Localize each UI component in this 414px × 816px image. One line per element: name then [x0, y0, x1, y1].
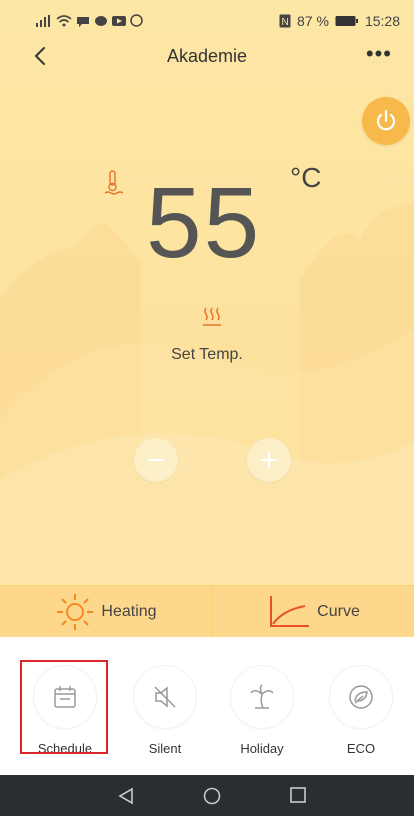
eco-button[interactable]: ECO: [319, 665, 403, 765]
hero-panel: N 87 % 15:28 Akademie ••• 55 °C Set Temp…: [0, 0, 414, 637]
minus-icon: [147, 458, 165, 462]
holiday-circle: [230, 665, 294, 729]
battery-percent: 87 %: [297, 13, 329, 29]
sun-icon: [57, 594, 94, 630]
plus-icon: [260, 451, 278, 469]
holiday-button[interactable]: Holiday: [220, 665, 304, 765]
status-time: 15:28: [364, 13, 400, 29]
status-icons-left: [36, 14, 143, 27]
eco-circle: [329, 665, 393, 729]
header: Akademie •••: [0, 36, 414, 80]
nav-recent-icon[interactable]: [290, 787, 306, 803]
curve-mode-button[interactable]: Curve: [213, 586, 414, 637]
set-temp-label: Set Temp.: [171, 346, 243, 363]
wifi-icon: [56, 14, 72, 26]
signal-icon: [36, 14, 50, 27]
temperature-unit: °C: [290, 162, 322, 193]
youtube-icon: [112, 15, 126, 26]
leaf-icon: [349, 685, 373, 709]
chat-icon: [77, 16, 89, 27]
page-title: Akademie: [166, 46, 248, 66]
heating-mode-button[interactable]: Heating: [0, 586, 213, 637]
power-icon: [376, 109, 396, 131]
nav-back-icon[interactable]: [118, 787, 134, 805]
decrease-button[interactable]: [134, 438, 178, 482]
whatsapp-icon: [130, 14, 143, 27]
power-button[interactable]: [362, 97, 410, 145]
curve-label: Curve: [317, 603, 360, 620]
silent-label: Silent: [148, 741, 182, 756]
status-icons-right: N 87 % 15:28: [279, 13, 400, 29]
heat-waves-icon: [203, 307, 221, 326]
app-screen: N 87 % 15:28 Akademie ••• 55 °C Set Temp…: [0, 0, 414, 816]
message-icon: [95, 15, 107, 26]
mode-row: Heating Curve: [0, 585, 414, 637]
system-nav-bar: [0, 775, 414, 816]
nfc-icon: N: [279, 14, 291, 28]
curve-icon: [270, 596, 310, 627]
palm-icon: [250, 684, 274, 709]
battery-icon: [335, 16, 358, 26]
svg-text:N: N: [282, 17, 289, 28]
nav-home-icon[interactable]: [203, 787, 221, 805]
water-temp-icon: [104, 170, 124, 195]
status-bar: N 87 % 15:28: [0, 0, 414, 36]
heating-label: Heating: [101, 603, 157, 620]
more-icon[interactable]: •••: [366, 43, 392, 65]
holiday-label: Holiday: [240, 741, 284, 756]
silent-circle: [133, 665, 197, 729]
highlight-frame: [20, 660, 108, 754]
mute-icon: [154, 686, 176, 708]
eco-label: ECO: [346, 741, 376, 756]
silent-button[interactable]: Silent: [123, 665, 207, 765]
increase-button[interactable]: [247, 438, 291, 482]
temperature-value: 55: [146, 167, 262, 279]
